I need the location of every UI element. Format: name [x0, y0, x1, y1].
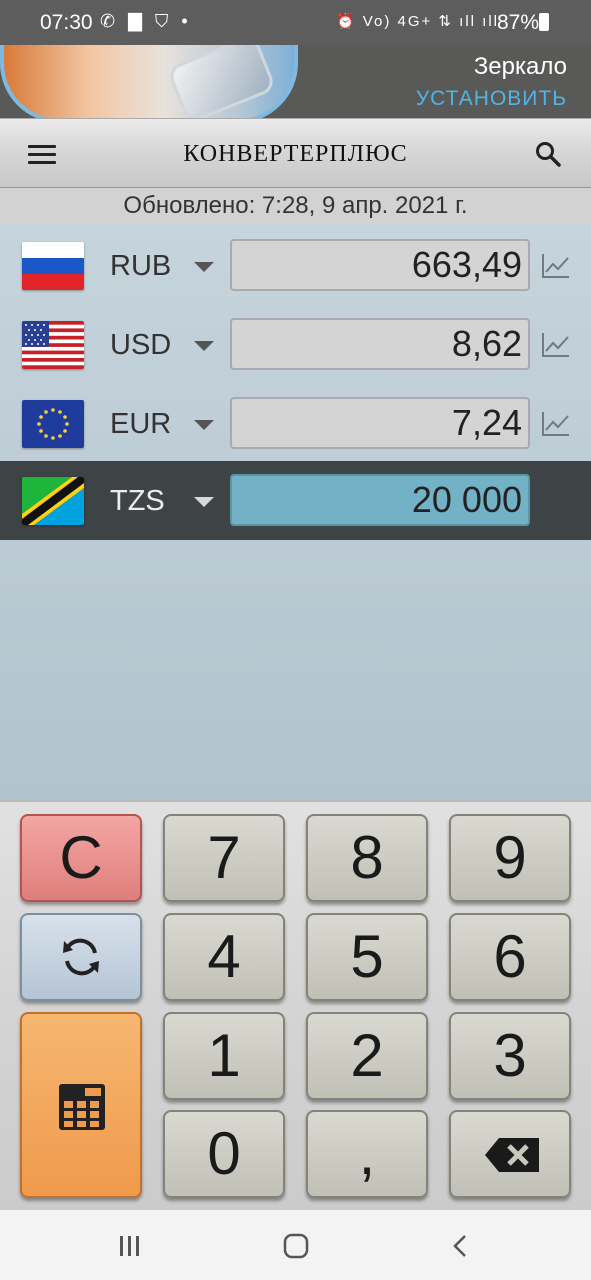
currency-code[interactable]: RUB — [110, 250, 171, 283]
key-7[interactable]: 7 — [163, 814, 285, 902]
key-5[interactable]: 5 — [306, 913, 428, 1001]
calculator-button[interactable] — [20, 1012, 142, 1198]
app-title: КОНВЕРТЕРПЛЮС — [183, 141, 408, 167]
currency-row-eur: EUR 7,24 — [0, 384, 591, 463]
refresh-button[interactable] — [20, 913, 142, 1001]
chart-icon[interactable] — [541, 252, 571, 280]
home-icon[interactable] — [282, 1232, 310, 1260]
key-8[interactable]: 8 — [306, 814, 428, 902]
tanzania-flag-icon[interactable] — [22, 477, 84, 525]
key-2[interactable]: 2 — [306, 1012, 428, 1100]
calculator-icon — [59, 1084, 105, 1130]
ad-title[interactable]: Зеркало — [474, 53, 567, 81]
status-bar: 07:30 ✆ ▇ ⛉ • ⏰ Vo) 4G+ ⇅ ıll ıll 87% — [0, 0, 591, 45]
chart-icon[interactable] — [541, 410, 571, 438]
status-time: 07:30 — [40, 11, 93, 34]
currency-value-field[interactable]: 663,49 — [230, 239, 530, 291]
recent-apps-icon[interactable] — [118, 1232, 142, 1260]
backspace-icon — [485, 1138, 539, 1172]
russia-flag-icon[interactable] — [22, 242, 84, 290]
chart-icon[interactable] — [541, 331, 571, 359]
refresh-icon — [63, 938, 99, 976]
backspace-button[interactable] — [449, 1110, 571, 1198]
system-nav-bar — [0, 1210, 591, 1280]
chevron-down-icon[interactable] — [194, 262, 214, 272]
ad-image[interactable] — [0, 45, 298, 118]
keypad: C 7 8 9 4 5 6 1 2 3 0 , — [0, 800, 591, 1210]
usa-flag-icon[interactable] — [22, 321, 84, 369]
key-9[interactable]: 9 — [449, 814, 571, 902]
chevron-down-icon[interactable] — [194, 497, 214, 507]
ad-banner[interactable]: Зеркало УСТАНОВИТЬ — [0, 45, 591, 118]
last-updated-text: Обновлено: 7:28, 9 апр. 2021 г. — [0, 188, 591, 224]
currency-row-rub: RUB 663,49 — [0, 226, 591, 305]
currency-value-field[interactable]: 7,24 — [230, 397, 530, 449]
search-icon[interactable] — [535, 141, 561, 167]
mirror-image — [166, 45, 277, 118]
comma-key[interactable]: , — [306, 1110, 428, 1198]
chevron-down-icon[interactable] — [194, 420, 214, 430]
key-6[interactable]: 6 — [449, 913, 571, 1001]
currency-row-usd: USD 8,62 — [0, 305, 591, 384]
ad-install-button[interactable]: УСТАНОВИТЬ — [416, 87, 567, 111]
currency-code[interactable]: USD — [110, 329, 171, 362]
key-0[interactable]: 0 — [163, 1110, 285, 1198]
network-icons: ⏰ Vo) 4G+ ⇅ ıll ıll — [335, 13, 499, 30]
battery-percent: 87% — [496, 11, 539, 34]
notification-icons: ✆ ▇ ⛉ • — [100, 11, 192, 31]
currency-row-tzs[interactable]: TZS 20 000 — [0, 461, 591, 540]
eu-flag-icon[interactable] — [22, 400, 84, 448]
chevron-down-icon[interactable] — [194, 341, 214, 351]
key-1[interactable]: 1 — [163, 1012, 285, 1100]
clear-button[interactable]: C — [20, 814, 142, 902]
back-icon[interactable] — [450, 1232, 470, 1260]
battery-icon — [539, 13, 549, 31]
currency-value-field-active[interactable]: 20 000 — [230, 474, 530, 526]
currency-code[interactable]: TZS — [110, 485, 165, 518]
key-4[interactable]: 4 — [163, 913, 285, 1001]
app-toolbar: КОНВЕРТЕРПЛЮС — [0, 118, 591, 188]
currency-code[interactable]: EUR — [110, 408, 171, 441]
currency-list: RUB 663,49 USD 8,62 EUR 7,24 TZS 20 000 — [0, 224, 591, 800]
currency-value-field[interactable]: 8,62 — [230, 318, 530, 370]
key-3[interactable]: 3 — [449, 1012, 571, 1100]
